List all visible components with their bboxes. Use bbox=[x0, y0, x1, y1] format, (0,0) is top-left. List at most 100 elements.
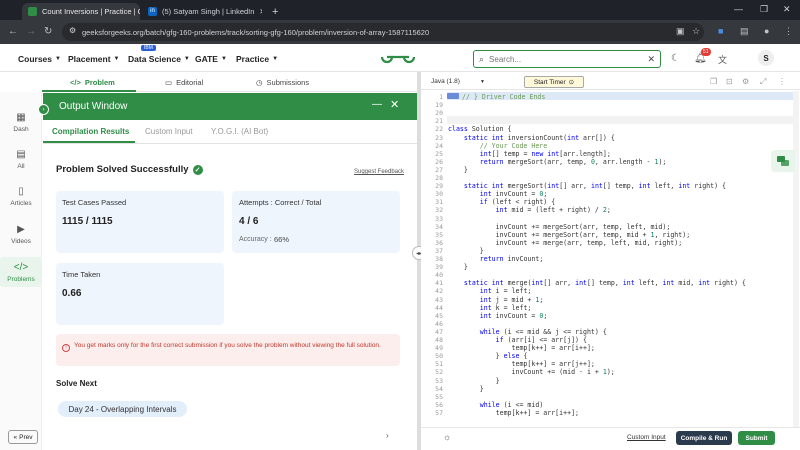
alert-icon: ! bbox=[62, 344, 70, 352]
chat-fab[interactable] bbox=[771, 150, 795, 172]
code-line[interactable]: invCount += mergeSort(arr, temp, mid + 1… bbox=[448, 231, 691, 239]
tab-problem[interactable]: </> Problem bbox=[70, 78, 115, 87]
maximize-icon[interactable]: ❐ bbox=[760, 4, 768, 15]
menu-courses[interactable]: Courses ▼ bbox=[18, 54, 61, 64]
code-line[interactable]: int j = mid + 1; bbox=[448, 296, 544, 304]
gfg-logo-icon[interactable] bbox=[380, 50, 416, 64]
code-line[interactable]: // Your Code Here bbox=[448, 142, 548, 150]
clear-search-icon[interactable]: ✕ bbox=[647, 54, 655, 65]
code-line[interactable]: invCount += (mid - i + 1); bbox=[448, 368, 615, 376]
code-line[interactable]: } bbox=[448, 263, 468, 271]
custom-input-link[interactable]: Custom Input bbox=[627, 434, 666, 441]
browser-tab-linkedin[interactable]: in (5) Satyam Singh | LinkedIn ✕ bbox=[142, 3, 262, 20]
search-box[interactable]: ⌕ Search... ✕ bbox=[473, 50, 661, 68]
reset-icon[interactable]: ⊡ bbox=[726, 77, 733, 86]
rail-label: Problems bbox=[7, 275, 35, 283]
search-input[interactable]: Search... bbox=[489, 55, 521, 64]
code-line[interactable]: static int inversionCount(int arr[]) { bbox=[448, 134, 615, 142]
line-number: 49 bbox=[435, 344, 443, 353]
code-line[interactable]: while (i <= mid && j <= right) { bbox=[448, 328, 607, 336]
window-close-icon[interactable]: ✕ bbox=[783, 4, 791, 15]
browser-tab-active[interactable]: Count Inversions | Practice | Ge ✕ bbox=[22, 3, 140, 20]
code-line[interactable]: } bbox=[448, 377, 500, 385]
rail-item-dash[interactable]: ▦ Dash bbox=[0, 112, 42, 133]
close-tab-icon[interactable]: ✕ bbox=[259, 7, 262, 16]
code-line[interactable]: // } Driver Code Ends bbox=[462, 93, 545, 101]
code-line[interactable]: static int merge(int[] arr, int[] temp, … bbox=[448, 279, 746, 287]
rail-item-videos[interactable]: ▶ Videos bbox=[0, 224, 42, 245]
tab-compilation-results[interactable]: Compilation Results bbox=[52, 127, 129, 136]
code-line[interactable]: } bbox=[448, 247, 484, 255]
extension-icon[interactable]: ■ bbox=[718, 26, 723, 36]
minimize-icon[interactable]: — bbox=[734, 4, 743, 14]
menu-placement[interactable]: Placement ▼ bbox=[68, 54, 119, 64]
menu-practice[interactable]: Practice ▼ bbox=[236, 54, 278, 64]
prev-button[interactable]: «Prev bbox=[8, 430, 38, 444]
reload-icon[interactable]: ↻ bbox=[44, 26, 52, 37]
start-timer-button[interactable]: Start Timer ⊙ bbox=[524, 76, 584, 88]
code-line[interactable]: int[] temp = new int[arr.length]; bbox=[448, 150, 611, 158]
translate-icon[interactable]: 文 bbox=[718, 53, 727, 66]
menu-label: Data Science bbox=[128, 54, 181, 64]
rail-item-articles[interactable]: ▯ Articles bbox=[0, 186, 42, 207]
new-tab-button[interactable]: + bbox=[266, 3, 282, 20]
code-line[interactable]: temp[k++] = arr[j++]; bbox=[448, 360, 595, 368]
close-icon[interactable]: ✕ bbox=[390, 98, 399, 111]
tab-editorial[interactable]: ▭ Editorial bbox=[165, 78, 203, 87]
expand-arrow-icon[interactable]: › bbox=[38, 104, 49, 115]
code-line[interactable]: while (i <= mid) bbox=[448, 401, 544, 409]
compile-run-button[interactable]: Compile & Run bbox=[676, 431, 732, 445]
menu-gate[interactable]: GATE ▼ bbox=[195, 54, 227, 64]
tab-submissions[interactable]: ◷ Submissions bbox=[256, 78, 309, 87]
code-line[interactable]: if (left < right) { bbox=[448, 198, 555, 206]
code-line[interactable]: temp[k++] = arr[i++]; bbox=[448, 409, 579, 417]
fullscreen-icon[interactable]: ⤢ bbox=[760, 77, 766, 87]
code-line[interactable]: invCount += mergeSort(arr, temp, left, m… bbox=[448, 223, 671, 231]
settings-icon[interactable]: ⚙ bbox=[742, 77, 749, 86]
chevron-right-icon[interactable]: › bbox=[386, 431, 389, 440]
tab-custom-input[interactable]: Custom Input bbox=[145, 127, 193, 136]
rail-item-problems[interactable]: </> Problems bbox=[0, 257, 42, 287]
install-icon[interactable]: ▣ bbox=[676, 26, 685, 37]
forward-icon[interactable]: → bbox=[26, 26, 36, 37]
dark-mode-moon-icon[interactable]: ☾ bbox=[671, 53, 680, 64]
minimize-icon[interactable]: — bbox=[372, 99, 382, 110]
code-line[interactable]: int invCount = 0; bbox=[448, 190, 548, 198]
bookmark-star-icon[interactable]: ☆ bbox=[692, 26, 700, 37]
menu-data-science[interactable]: Data Science ▼ bbox=[128, 54, 190, 64]
code-line[interactable]: } bbox=[448, 166, 468, 174]
code-line[interactable]: int invCount = 0; bbox=[448, 312, 548, 320]
code-line[interactable]: int i = left; bbox=[448, 287, 532, 295]
browser-menu-icon[interactable]: ⋮ bbox=[784, 26, 793, 37]
code-line[interactable]: temp[k++] = arr[i++]; bbox=[448, 344, 595, 352]
language-select[interactable]: Java (1.8) ▼ bbox=[431, 76, 485, 87]
copy-icon[interactable]: ❐ bbox=[710, 77, 717, 86]
code-line[interactable]: } bbox=[448, 385, 484, 393]
code-line[interactable]: } else { bbox=[448, 352, 528, 360]
line-number: 37 bbox=[435, 246, 443, 255]
code-line[interactable]: invCount += merge(arr, temp, left, mid, … bbox=[448, 239, 683, 247]
site-info-icon[interactable]: ⚙ bbox=[69, 26, 76, 35]
extensions-puzzle-icon[interactable]: ▤ bbox=[740, 26, 749, 37]
more-icon[interactable]: ⋮ bbox=[778, 77, 786, 86]
back-icon[interactable]: ← bbox=[8, 26, 18, 37]
code-icon: </> bbox=[70, 78, 81, 87]
suggest-feedback-link[interactable]: Suggest Feedback bbox=[354, 169, 404, 175]
profile-icon[interactable]: ● bbox=[764, 26, 769, 36]
avatar[interactable]: S bbox=[758, 50, 774, 66]
next-problem-link[interactable]: Day 24 - Overlapping Intervals bbox=[58, 401, 187, 417]
code-line[interactable]: if (arr[i] <= arr[j]) { bbox=[448, 336, 587, 344]
code-line[interactable]: static int mergeSort(int[] arr, int[] te… bbox=[448, 182, 726, 190]
tab-yogi-ai-bot[interactable]: Y.O.G.I. (AI Bot) bbox=[211, 127, 268, 136]
code-line[interactable]: class Solution { bbox=[448, 125, 512, 133]
fold-marker-icon[interactable] bbox=[447, 93, 459, 99]
submit-button[interactable]: Submit bbox=[738, 431, 775, 445]
code-line[interactable]: return mergeSort(arr, temp, 0, arr.lengt… bbox=[448, 158, 667, 166]
rail-item-all[interactable]: ▤ All bbox=[0, 149, 42, 170]
code-line[interactable]: return invCount; bbox=[448, 255, 544, 263]
url-field[interactable]: ⚙ geeksforgeeks.org/batch/gfg-160-proble… bbox=[62, 23, 704, 41]
theme-sun-icon[interactable]: ☼ bbox=[443, 432, 451, 442]
code-line[interactable]: int mid = (left + right) / 2; bbox=[448, 206, 611, 214]
editor-scrollbar[interactable] bbox=[793, 91, 799, 427]
code-line[interactable]: int k = left; bbox=[448, 304, 532, 312]
